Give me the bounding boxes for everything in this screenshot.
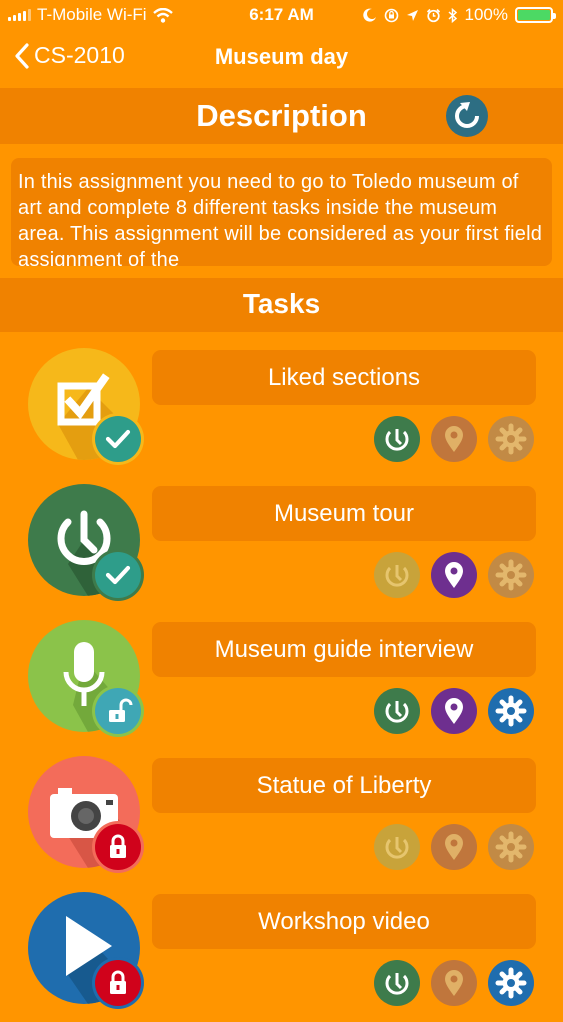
navigation-bar: CS-2010 Museum day bbox=[0, 30, 563, 86]
moon-icon bbox=[362, 8, 376, 22]
location-pin-icon[interactable] bbox=[431, 416, 477, 462]
unlocked-padlock-icon bbox=[95, 688, 141, 734]
gear-icon[interactable] bbox=[488, 688, 534, 734]
gear-icon[interactable] bbox=[488, 416, 534, 462]
completed-badge-icon bbox=[95, 552, 141, 598]
timer-icon[interactable] bbox=[374, 688, 420, 734]
task-row-statue-of-liberty: Statue of Liberty bbox=[0, 756, 563, 886]
refresh-button[interactable] bbox=[446, 95, 488, 137]
status-bar: T-Mobile Wi-Fi 6:17 AM 100% bbox=[0, 0, 563, 30]
battery-icon bbox=[515, 7, 556, 23]
back-label: CS-2010 bbox=[34, 42, 125, 68]
timer-icon[interactable] bbox=[374, 960, 420, 1006]
battery-percent: 100% bbox=[464, 5, 508, 24]
task-title-button[interactable]: Workshop video bbox=[152, 894, 536, 949]
completed-badge-icon bbox=[95, 416, 141, 462]
task-row-museum-guide-interview: Museum guide interview bbox=[0, 620, 563, 750]
location-arrow-icon bbox=[406, 9, 418, 21]
location-pin-icon[interactable] bbox=[431, 960, 477, 1006]
gear-icon[interactable] bbox=[488, 552, 534, 598]
tasks-header: Tasks bbox=[0, 278, 563, 332]
timer-icon[interactable] bbox=[374, 416, 420, 462]
back-button[interactable]: CS-2010 bbox=[14, 42, 125, 69]
description-header: Description bbox=[0, 88, 563, 144]
chevron-left-icon bbox=[15, 42, 29, 69]
timer-icon[interactable] bbox=[374, 824, 420, 870]
task-title-button[interactable]: Museum guide interview bbox=[152, 622, 536, 677]
task-row-workshop-video: Workshop video bbox=[0, 892, 563, 1022]
tasks-title: Tasks bbox=[242, 288, 321, 319]
status-right: 100% bbox=[362, 5, 556, 25]
location-pin-icon[interactable] bbox=[431, 688, 477, 734]
task-title-button[interactable]: Liked sections bbox=[152, 350, 536, 405]
timer-icon[interactable] bbox=[374, 552, 420, 598]
location-pin-icon[interactable] bbox=[431, 824, 477, 870]
task-row-museum-tour: Museum tour bbox=[0, 484, 563, 614]
gear-icon[interactable] bbox=[488, 824, 534, 870]
task-title-button[interactable]: Museum tour bbox=[152, 486, 536, 541]
rotation-lock-icon bbox=[384, 8, 398, 22]
description-text[interactable]: In this assignment you need to go to Tol… bbox=[11, 158, 552, 266]
refresh-icon bbox=[455, 102, 479, 128]
padlock-icon bbox=[95, 824, 141, 870]
location-pin-icon[interactable] bbox=[431, 552, 477, 598]
bluetooth-icon bbox=[448, 7, 457, 23]
padlock-icon bbox=[95, 960, 141, 1006]
task-title-button[interactable]: Statue of Liberty bbox=[152, 758, 536, 813]
alarm-icon bbox=[426, 8, 440, 22]
gear-icon[interactable] bbox=[488, 960, 534, 1006]
task-row-liked-sections: Liked sections bbox=[0, 348, 563, 478]
